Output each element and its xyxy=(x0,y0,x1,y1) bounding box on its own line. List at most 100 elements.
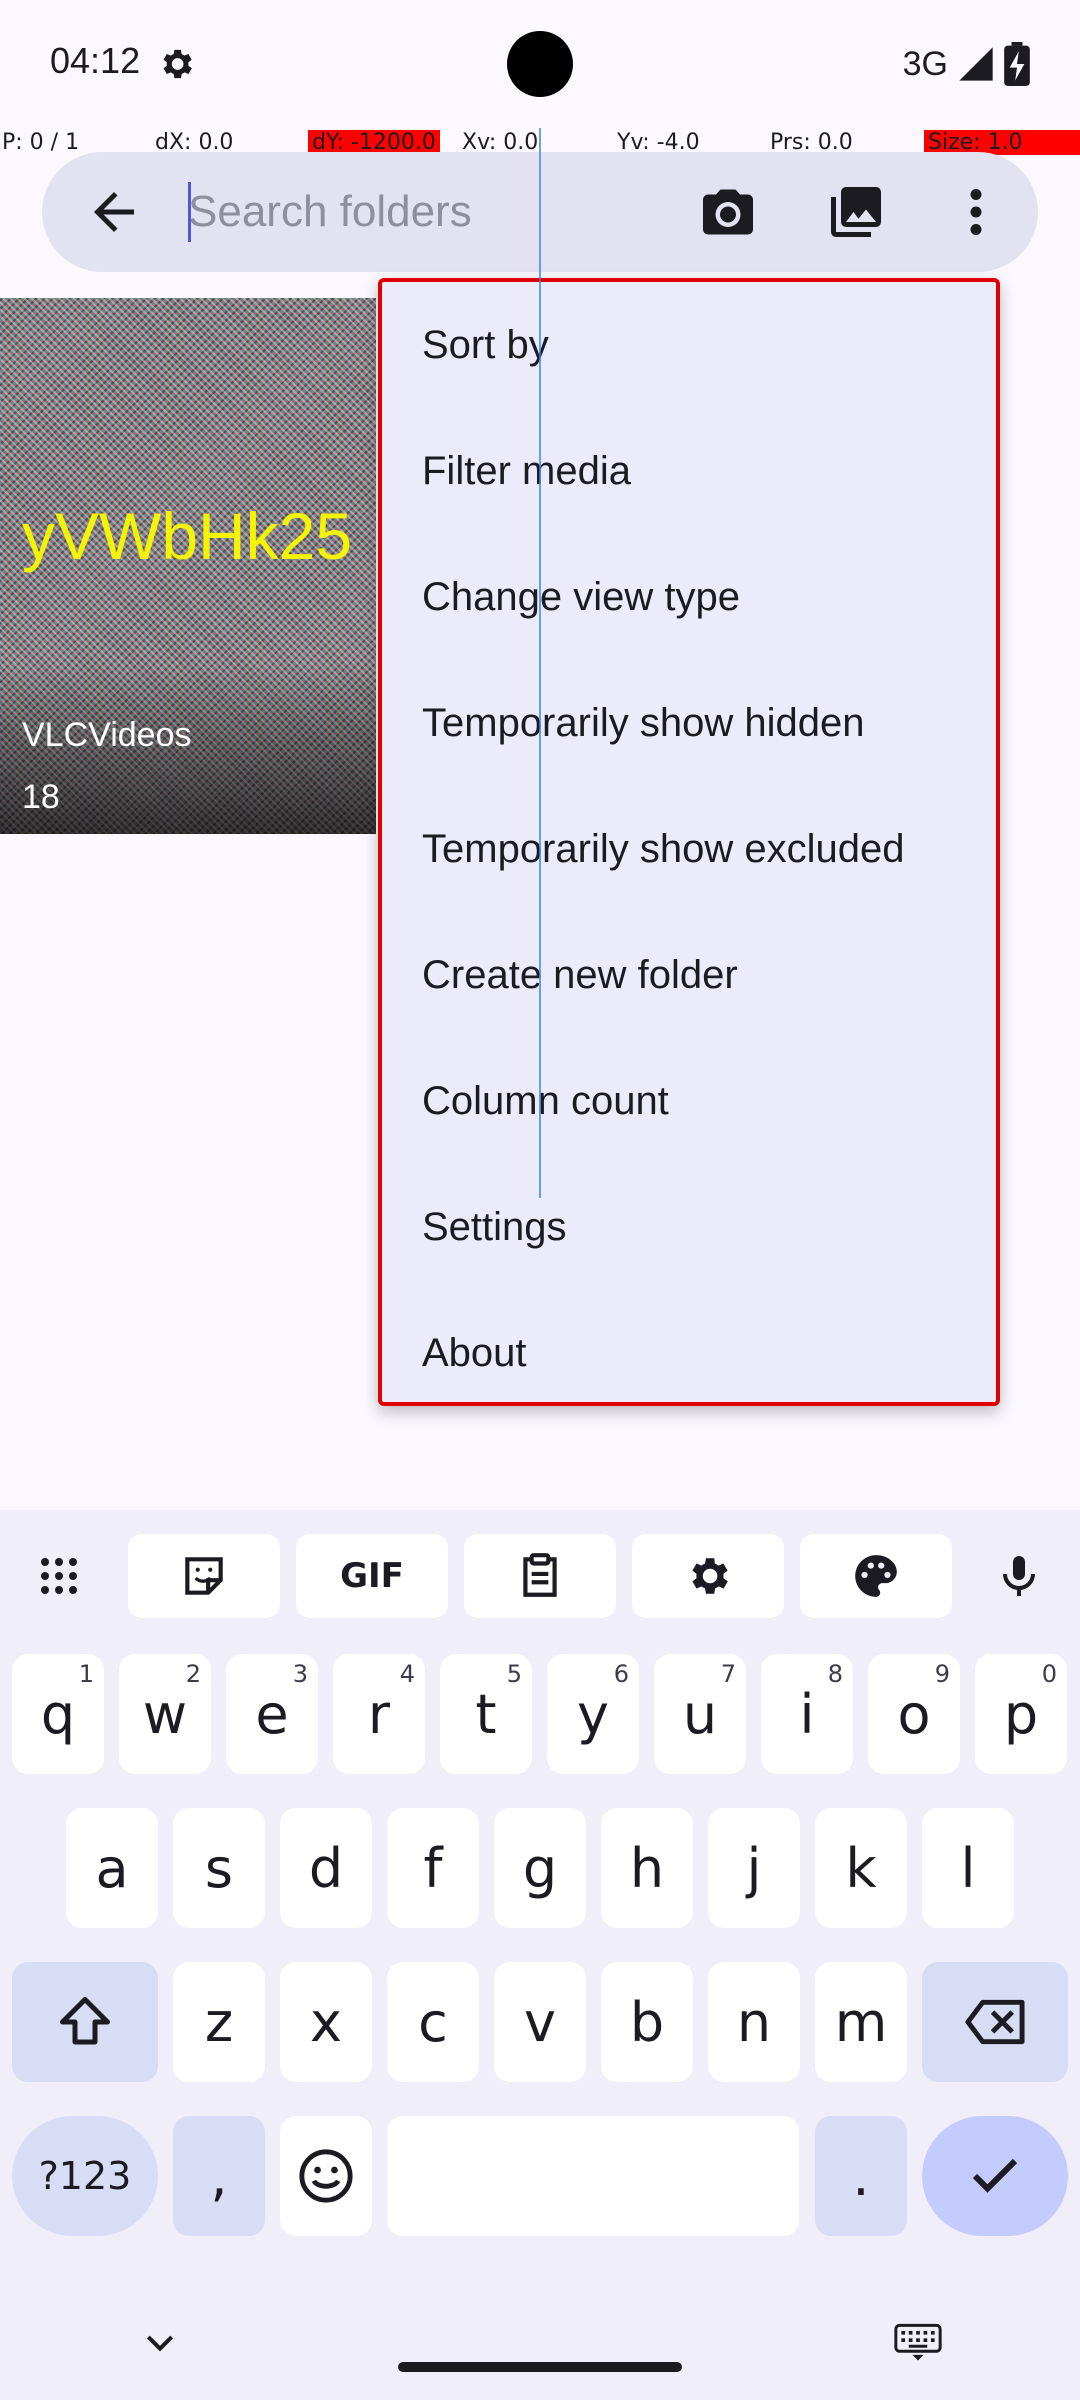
key-t[interactable]: t5 xyxy=(440,1654,532,1774)
soft-keyboard: GIF q1 w2 e3 r4 t5 y6 u7 i8 o9 p0 a s d … xyxy=(0,1510,1080,2400)
palette-icon xyxy=(855,1555,897,1597)
key-hint: 8 xyxy=(827,1660,843,1688)
key-o[interactable]: o9 xyxy=(868,1654,960,1774)
menu-item-settings[interactable]: Settings xyxy=(382,1164,996,1290)
menu-item-sort-by[interactable]: Sort by xyxy=(382,282,996,408)
settings-gear-icon xyxy=(163,49,192,79)
key-label: p xyxy=(1003,1682,1039,1746)
clipboard-button[interactable] xyxy=(464,1534,616,1618)
period-key[interactable]: . xyxy=(815,2116,907,2236)
gif-button[interactable]: GIF xyxy=(296,1534,448,1618)
back-arrow-icon[interactable] xyxy=(84,182,144,242)
camera-cutout xyxy=(507,31,573,97)
key-hint: 2 xyxy=(185,1660,201,1688)
key-p[interactable]: p0 xyxy=(975,1654,1067,1774)
folder-count: 18 xyxy=(22,778,60,816)
hide-keyboard-chevron-icon[interactable] xyxy=(140,2322,180,2362)
key-hint: 4 xyxy=(399,1660,415,1688)
key-i[interactable]: i8 xyxy=(761,1654,853,1774)
voice-input-button[interactable] xyxy=(974,1534,1064,1618)
key-b[interactable]: b xyxy=(601,1962,693,2082)
menu-item-show-hidden[interactable]: Temporarily show hidden xyxy=(382,660,996,786)
keyboard-switch-icon[interactable] xyxy=(894,2322,942,2362)
menu-item-show-excluded[interactable]: Temporarily show excluded xyxy=(382,786,996,912)
key-label: u xyxy=(682,1682,718,1746)
enter-key[interactable] xyxy=(922,2116,1068,2236)
gif-icon: GIF xyxy=(340,1556,404,1596)
key-z[interactable]: z xyxy=(173,1962,265,2082)
symbols-key[interactable]: ?123 xyxy=(12,2116,158,2236)
key-y[interactable]: y6 xyxy=(547,1654,639,1774)
search-input[interactable] xyxy=(188,170,708,254)
folder-tile-vlcvideos[interactable]: yVWbHk25 VLCVideos 18 xyxy=(0,298,376,834)
keyboard-settings-button[interactable] xyxy=(632,1534,784,1618)
key-d[interactable]: d xyxy=(280,1808,372,1928)
debug-pointer: P: 0 / 1 xyxy=(2,130,80,155)
key-m[interactable]: m xyxy=(815,1962,907,2082)
more-vert-icon[interactable] xyxy=(946,182,1006,242)
emoji-key[interactable] xyxy=(280,2116,372,2236)
key-w[interactable]: w2 xyxy=(119,1654,211,1774)
key-v[interactable]: v xyxy=(494,1962,586,2082)
key-e[interactable]: e3 xyxy=(226,1654,318,1774)
key-r[interactable]: r4 xyxy=(333,1654,425,1774)
key-hint: 6 xyxy=(613,1660,629,1688)
text-cursor xyxy=(188,182,191,242)
shift-key[interactable] xyxy=(12,1962,158,2082)
key-q[interactable]: q1 xyxy=(12,1654,104,1774)
key-label: e xyxy=(255,1682,289,1746)
key-hint: 9 xyxy=(934,1660,950,1688)
key-u[interactable]: u7 xyxy=(654,1654,746,1774)
backspace-key[interactable] xyxy=(922,1962,1068,2082)
key-hint: 3 xyxy=(292,1660,308,1688)
key-hint: 5 xyxy=(506,1660,522,1688)
theme-button[interactable] xyxy=(800,1534,952,1618)
mic-icon xyxy=(1003,1556,1035,1596)
key-label: q xyxy=(40,1682,76,1746)
battery-charging-icon xyxy=(1004,42,1030,86)
menu-item-filter-media[interactable]: Filter media xyxy=(382,408,996,534)
sticker-icon xyxy=(185,1557,223,1595)
key-hint: 7 xyxy=(720,1660,736,1688)
key-h[interactable]: h xyxy=(601,1808,693,1928)
key-label: w xyxy=(142,1682,188,1746)
key-label: y xyxy=(577,1682,609,1746)
status-bar: 04:12 3G xyxy=(0,0,1080,128)
settings-icon xyxy=(692,1558,728,1594)
sticker-button[interactable] xyxy=(128,1534,280,1618)
thumbnail-text: yVWbHk25 xyxy=(22,499,353,573)
menu-item-about[interactable]: About xyxy=(382,1290,996,1416)
folder-name: VLCVideos xyxy=(22,716,192,754)
backspace-icon xyxy=(965,1999,1025,2045)
menu-item-column-count[interactable]: Column count xyxy=(382,1038,996,1164)
touch-trace-line xyxy=(539,128,541,1198)
key-n[interactable]: n xyxy=(708,1962,800,2082)
key-s[interactable]: s xyxy=(173,1808,265,1928)
apps-grid-icon xyxy=(41,1558,77,1594)
key-g[interactable]: g xyxy=(494,1808,586,1928)
key-hint: 1 xyxy=(78,1660,94,1688)
key-a[interactable]: a xyxy=(66,1808,158,1928)
clipboard-icon xyxy=(523,1553,557,1597)
keyboard-nav-row xyxy=(0,2300,1080,2400)
key-l[interactable]: l xyxy=(922,1808,1014,1928)
camera-icon[interactable] xyxy=(698,182,758,242)
key-j[interactable]: j xyxy=(708,1808,800,1928)
menu-item-change-view-type[interactable]: Change view type xyxy=(382,534,996,660)
space-key[interactable] xyxy=(387,2116,799,2236)
key-f[interactable]: f xyxy=(387,1808,479,1928)
key-x[interactable]: x xyxy=(280,1962,372,2082)
key-k[interactable]: k xyxy=(815,1808,907,1928)
key-label: i xyxy=(799,1682,815,1746)
key-label: o xyxy=(897,1682,931,1746)
apps-grid-button[interactable] xyxy=(14,1534,104,1618)
cell-signal-icon xyxy=(959,47,993,81)
gesture-home-bar[interactable] xyxy=(398,2362,682,2372)
gallery-icon[interactable] xyxy=(826,182,886,242)
status-icons: 3G xyxy=(903,40,1030,88)
key-label: r xyxy=(367,1682,391,1746)
shift-icon xyxy=(60,1997,110,2045)
comma-key[interactable]: , xyxy=(173,2116,265,2236)
key-c[interactable]: c xyxy=(387,1962,479,2082)
menu-item-create-folder[interactable]: Create new folder xyxy=(382,912,996,1038)
